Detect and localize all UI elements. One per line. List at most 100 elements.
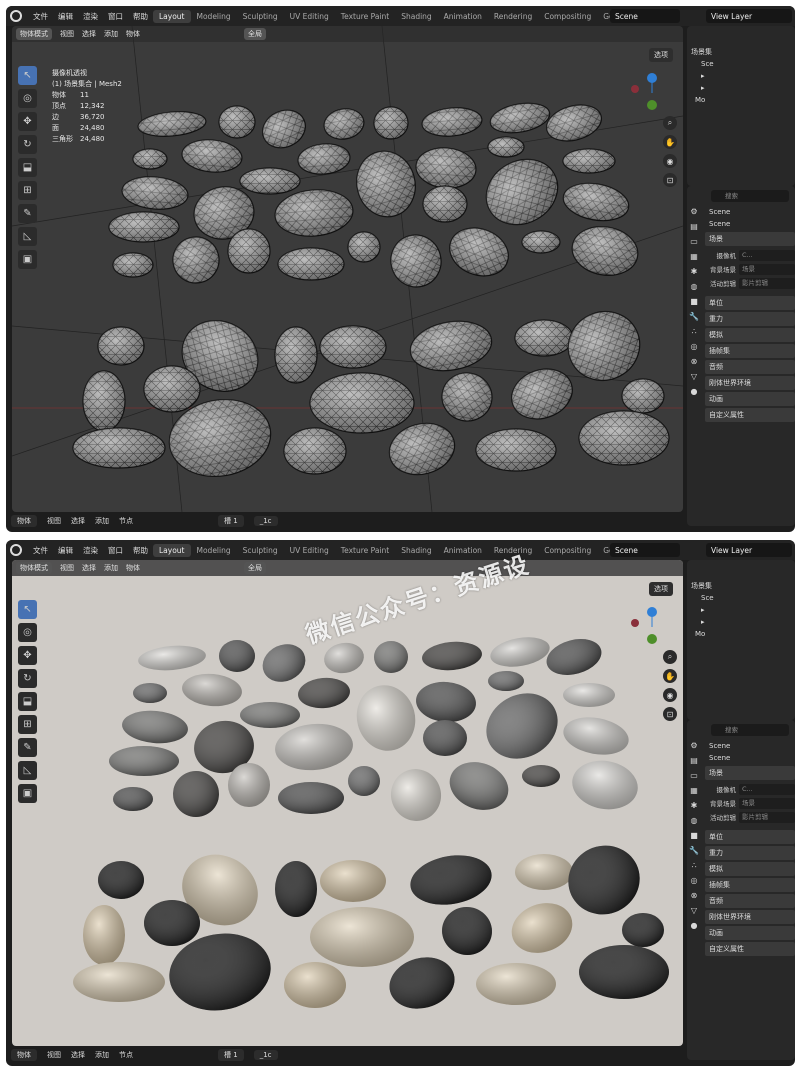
measure-tool-icon[interactable]: ◺: [18, 761, 37, 780]
scene-field[interactable]: Scene: [705, 752, 795, 764]
slot-dropdown[interactable]: 槽 1: [218, 515, 244, 527]
outliner-item[interactable]: ▸: [687, 82, 795, 94]
menu-window[interactable]: 窗口: [103, 11, 128, 22]
navigation-gizmo[interactable]: [629, 604, 675, 650]
section-scene[interactable]: 场景: [705, 766, 795, 780]
bottom-menu-add[interactable]: 添加: [95, 516, 109, 526]
blender-logo-icon[interactable]: [10, 544, 22, 556]
section-simulation[interactable]: 模拟: [705, 862, 795, 876]
menu-add[interactable]: 添加: [104, 563, 118, 573]
menu-view[interactable]: 视图: [60, 29, 74, 39]
menu-render[interactable]: 渲染: [78, 11, 103, 22]
tab-shading[interactable]: Shading: [395, 10, 437, 23]
annotate-tool-icon[interactable]: ✎: [18, 738, 37, 757]
material-tab-icon[interactable]: ●: [689, 386, 699, 398]
clip-value[interactable]: 影片剪辑: [739, 811, 795, 823]
tab-sculpting[interactable]: Sculpting: [237, 544, 284, 557]
section-rigid-body[interactable]: 刚体世界环境: [705, 910, 795, 924]
tab-modeling[interactable]: Modeling: [191, 544, 237, 557]
bottom-menu-add[interactable]: 添加: [95, 1050, 109, 1060]
slot-dropdown[interactable]: 槽 1: [218, 1049, 244, 1061]
tab-texture-paint[interactable]: Texture Paint: [335, 10, 395, 23]
rotate-tool-icon[interactable]: ↻: [18, 669, 37, 688]
properties-search[interactable]: 搜索: [711, 724, 789, 736]
camera-value[interactable]: C...: [739, 783, 795, 795]
measure-tool-icon[interactable]: ◺: [18, 227, 37, 246]
bottom-menu-view[interactable]: 视图: [47, 1050, 61, 1060]
output-tab-icon[interactable]: ▭: [689, 770, 699, 782]
mode-dropdown[interactable]: 物体模式: [16, 28, 52, 40]
view-layer-selector[interactable]: View Layer: [706, 543, 792, 557]
scale-tool-icon[interactable]: ⬓: [18, 692, 37, 711]
menu-object[interactable]: 物体: [126, 563, 140, 573]
modifier-tab-icon[interactable]: 🔧: [689, 311, 699, 323]
menu-edit[interactable]: 编辑: [53, 11, 78, 22]
tab-uv-editing[interactable]: UV Editing: [284, 544, 335, 557]
transform-orientation[interactable]: 全局: [244, 28, 266, 40]
zoom-icon[interactable]: ⌕: [663, 116, 677, 130]
background-value[interactable]: 场景: [739, 797, 795, 809]
blender-logo-icon[interactable]: [10, 10, 22, 22]
object-tab-icon[interactable]: ■: [689, 830, 699, 842]
menu-object[interactable]: 物体: [126, 29, 140, 39]
menu-select[interactable]: 选择: [82, 29, 96, 39]
material-field[interactable]: _1c: [253, 516, 278, 526]
pan-hand-icon[interactable]: ✋: [663, 135, 677, 149]
section-audio[interactable]: 音频: [705, 360, 795, 374]
view-layer-tab-icon[interactable]: ▦: [689, 251, 699, 263]
tab-layout[interactable]: Layout: [153, 9, 191, 23]
section-rigid-body[interactable]: 刚体世界环境: [705, 376, 795, 390]
options-button[interactable]: 选项: [649, 582, 673, 596]
bottom-menu-select[interactable]: 选择: [71, 516, 85, 526]
camera-icon[interactable]: ◉: [663, 688, 677, 702]
move-tool-icon[interactable]: ✥: [18, 646, 37, 665]
camera-icon[interactable]: ◉: [663, 154, 677, 168]
clip-value[interactable]: 影片剪辑: [739, 277, 795, 289]
physics-tab-icon[interactable]: ◎: [689, 875, 699, 887]
annotate-tool-icon[interactable]: ✎: [18, 204, 37, 223]
tab-modeling[interactable]: Modeling: [191, 10, 237, 23]
section-gravity[interactable]: 重力: [705, 846, 795, 860]
modifier-tab-icon[interactable]: 🔧: [689, 845, 699, 857]
scale-tool-icon[interactable]: ⬓: [18, 158, 37, 177]
tool-tab-icon[interactable]: ⚙: [689, 740, 699, 752]
object-tab-icon[interactable]: ■: [689, 296, 699, 308]
tab-compositing[interactable]: Compositing: [538, 10, 597, 23]
zoom-icon[interactable]: ⌕: [663, 650, 677, 664]
editor-mode-dropdown[interactable]: 物体: [11, 515, 37, 527]
world-tab-icon[interactable]: ◍: [689, 815, 699, 827]
particles-tab-icon[interactable]: ∴: [689, 860, 699, 872]
menu-help[interactable]: 帮助: [128, 11, 153, 22]
tab-rendering[interactable]: Rendering: [488, 10, 538, 23]
transform-orientation[interactable]: 全局: [244, 562, 266, 574]
tab-shading[interactable]: Shading: [395, 544, 437, 557]
section-scene[interactable]: 场景: [705, 232, 795, 246]
lock-icon[interactable]: ⊡: [663, 707, 677, 721]
view-layer-tab-icon[interactable]: ▦: [689, 785, 699, 797]
tab-texture-paint[interactable]: Texture Paint: [335, 544, 395, 557]
add-cube-tool-icon[interactable]: ▣: [18, 250, 37, 269]
menu-file[interactable]: 文件: [28, 11, 53, 22]
section-units[interactable]: 单位: [705, 296, 795, 310]
data-tab-icon[interactable]: ▽: [689, 905, 699, 917]
transform-tool-icon[interactable]: ⊞: [18, 181, 37, 200]
section-animation[interactable]: 动画: [705, 926, 795, 940]
section-simulation[interactable]: 模拟: [705, 328, 795, 342]
cursor-tool-icon[interactable]: ◎: [18, 89, 37, 108]
select-tool-icon[interactable]: ↖: [18, 66, 37, 85]
outliner-item[interactable]: Sce: [687, 592, 795, 604]
camera-field[interactable]: 摄像机 C...: [705, 782, 795, 796]
bottom-menu-node[interactable]: 节点: [119, 1050, 133, 1060]
data-tab-icon[interactable]: ▽: [689, 371, 699, 383]
material-field[interactable]: _1c: [253, 1050, 278, 1060]
scene-tab-icon[interactable]: ✱: [689, 266, 699, 278]
render-tab-icon[interactable]: ▤: [689, 221, 699, 233]
tab-layout[interactable]: Layout: [153, 543, 191, 557]
camera-value[interactable]: C...: [739, 249, 795, 261]
scene-tab-icon[interactable]: ✱: [689, 800, 699, 812]
scene-selector[interactable]: Scene: [610, 543, 680, 557]
tab-sculpting[interactable]: Sculpting: [237, 10, 284, 23]
menu-window[interactable]: 窗口: [103, 545, 128, 556]
menu-help[interactable]: 帮助: [128, 545, 153, 556]
clip-field[interactable]: 活动剪辑 影片剪辑: [705, 276, 795, 290]
